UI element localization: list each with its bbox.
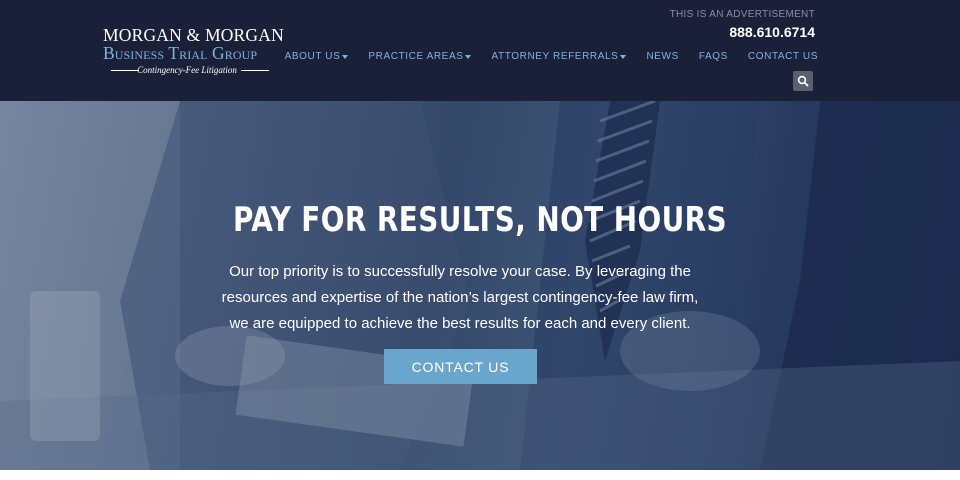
caret-down-icon <box>465 54 472 59</box>
nav-item-label: ABOUT US <box>284 51 341 62</box>
nav-item-label: CONTACT US <box>747 51 818 62</box>
nav-item-about-us[interactable]: ABOUT US <box>285 51 349 62</box>
search-icon <box>797 75 809 87</box>
caret-down-icon <box>620 54 627 59</box>
main-nav: ABOUT US PRACTICE AREAS ATTORNEY REFERRA… <box>265 51 818 62</box>
nav-item-label: FAQS <box>698 51 728 62</box>
logo[interactable]: MORGAN & MORGAN Business Trial Group Con… <box>103 26 284 78</box>
hero-title: PAY FOR RESULTS, NOT HOURS <box>232 200 728 240</box>
caret-down-icon <box>342 54 349 59</box>
phone-number[interactable]: 888.610.6714 <box>729 24 815 40</box>
logo-rule-right <box>241 70 269 71</box>
search-button[interactable] <box>793 71 813 91</box>
nav-item-label: NEWS <box>646 51 679 62</box>
nav-item-attorney-referrals[interactable]: ATTORNEY REFERRALS <box>491 51 627 62</box>
contact-us-button[interactable]: CONTACT US <box>384 349 537 384</box>
nav-item-practice-areas[interactable]: PRACTICE AREAS <box>368 51 472 62</box>
nav-item-label: ATTORNEY REFERRALS <box>491 51 619 62</box>
nav-item-faqs[interactable]: FAQS <box>699 51 728 62</box>
logo-line1: MORGAN & MORGAN <box>103 25 284 45</box>
logo-line2: Business Trial Group <box>103 43 258 63</box>
site-header: MORGAN & MORGAN Business Trial Group Con… <box>0 0 960 101</box>
hero-description: Our top priority is to successfully reso… <box>221 263 699 332</box>
nav-item-label: PRACTICE AREAS <box>368 51 464 62</box>
nav-item-contact-us[interactable]: CONTACT US <box>748 51 818 62</box>
advertisement-notice: THIS IS AN ADVERTISEMENT <box>669 9 815 20</box>
nav-item-news[interactable]: NEWS <box>646 51 678 62</box>
hero-banner: PAY FOR RESULTS, NOT HOURS Our top prior… <box>0 101 960 470</box>
